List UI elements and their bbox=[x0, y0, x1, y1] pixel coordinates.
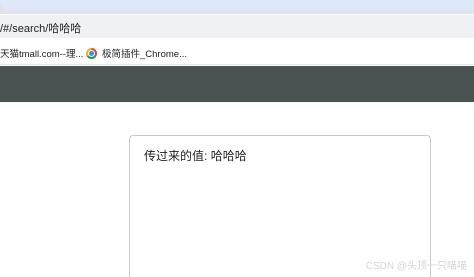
active-tab[interactable] bbox=[0, 0, 474, 10]
passed-value-label: 传过来的值: bbox=[144, 149, 208, 163]
address-bar[interactable]: /#/search/哈哈哈 bbox=[0, 15, 474, 38]
bookmark-chrome-plugins[interactable]: 极简插件_Chrome... bbox=[86, 46, 187, 60]
address-url[interactable]: /#/search/哈哈哈 bbox=[0, 20, 81, 36]
watermark: CSDN @头顶一只喵喵 bbox=[365, 261, 467, 272]
tab-strip bbox=[0, 0, 474, 14]
toolbar: /#/search/哈哈哈 bbox=[0, 14, 474, 39]
passed-value: 哈哈哈 bbox=[210, 149, 247, 163]
chrome-icon bbox=[86, 47, 97, 59]
bookmarks-bar: 天猫tmall.com--理... 极简插件_Chrome... bbox=[0, 39, 474, 65]
result-card: 传过来的值: 哈哈哈 bbox=[129, 135, 431, 277]
page-body: 传过来的值: 哈哈哈 bbox=[0, 102, 474, 277]
bookmark-label: 极简插件_Chrome... bbox=[102, 49, 187, 60]
bookmark-tmall[interactable]: 天猫tmall.com--理... bbox=[0, 46, 83, 60]
passed-value-text: 传过来的值: 哈哈哈 bbox=[144, 147, 247, 164]
bookmark-label: 天猫tmall.com--理... bbox=[0, 49, 84, 60]
page-header bbox=[0, 66, 474, 102]
browser-window: /#/search/哈哈哈 天猫tmall.com--理... 极简插件_Chr… bbox=[0, 0, 474, 277]
